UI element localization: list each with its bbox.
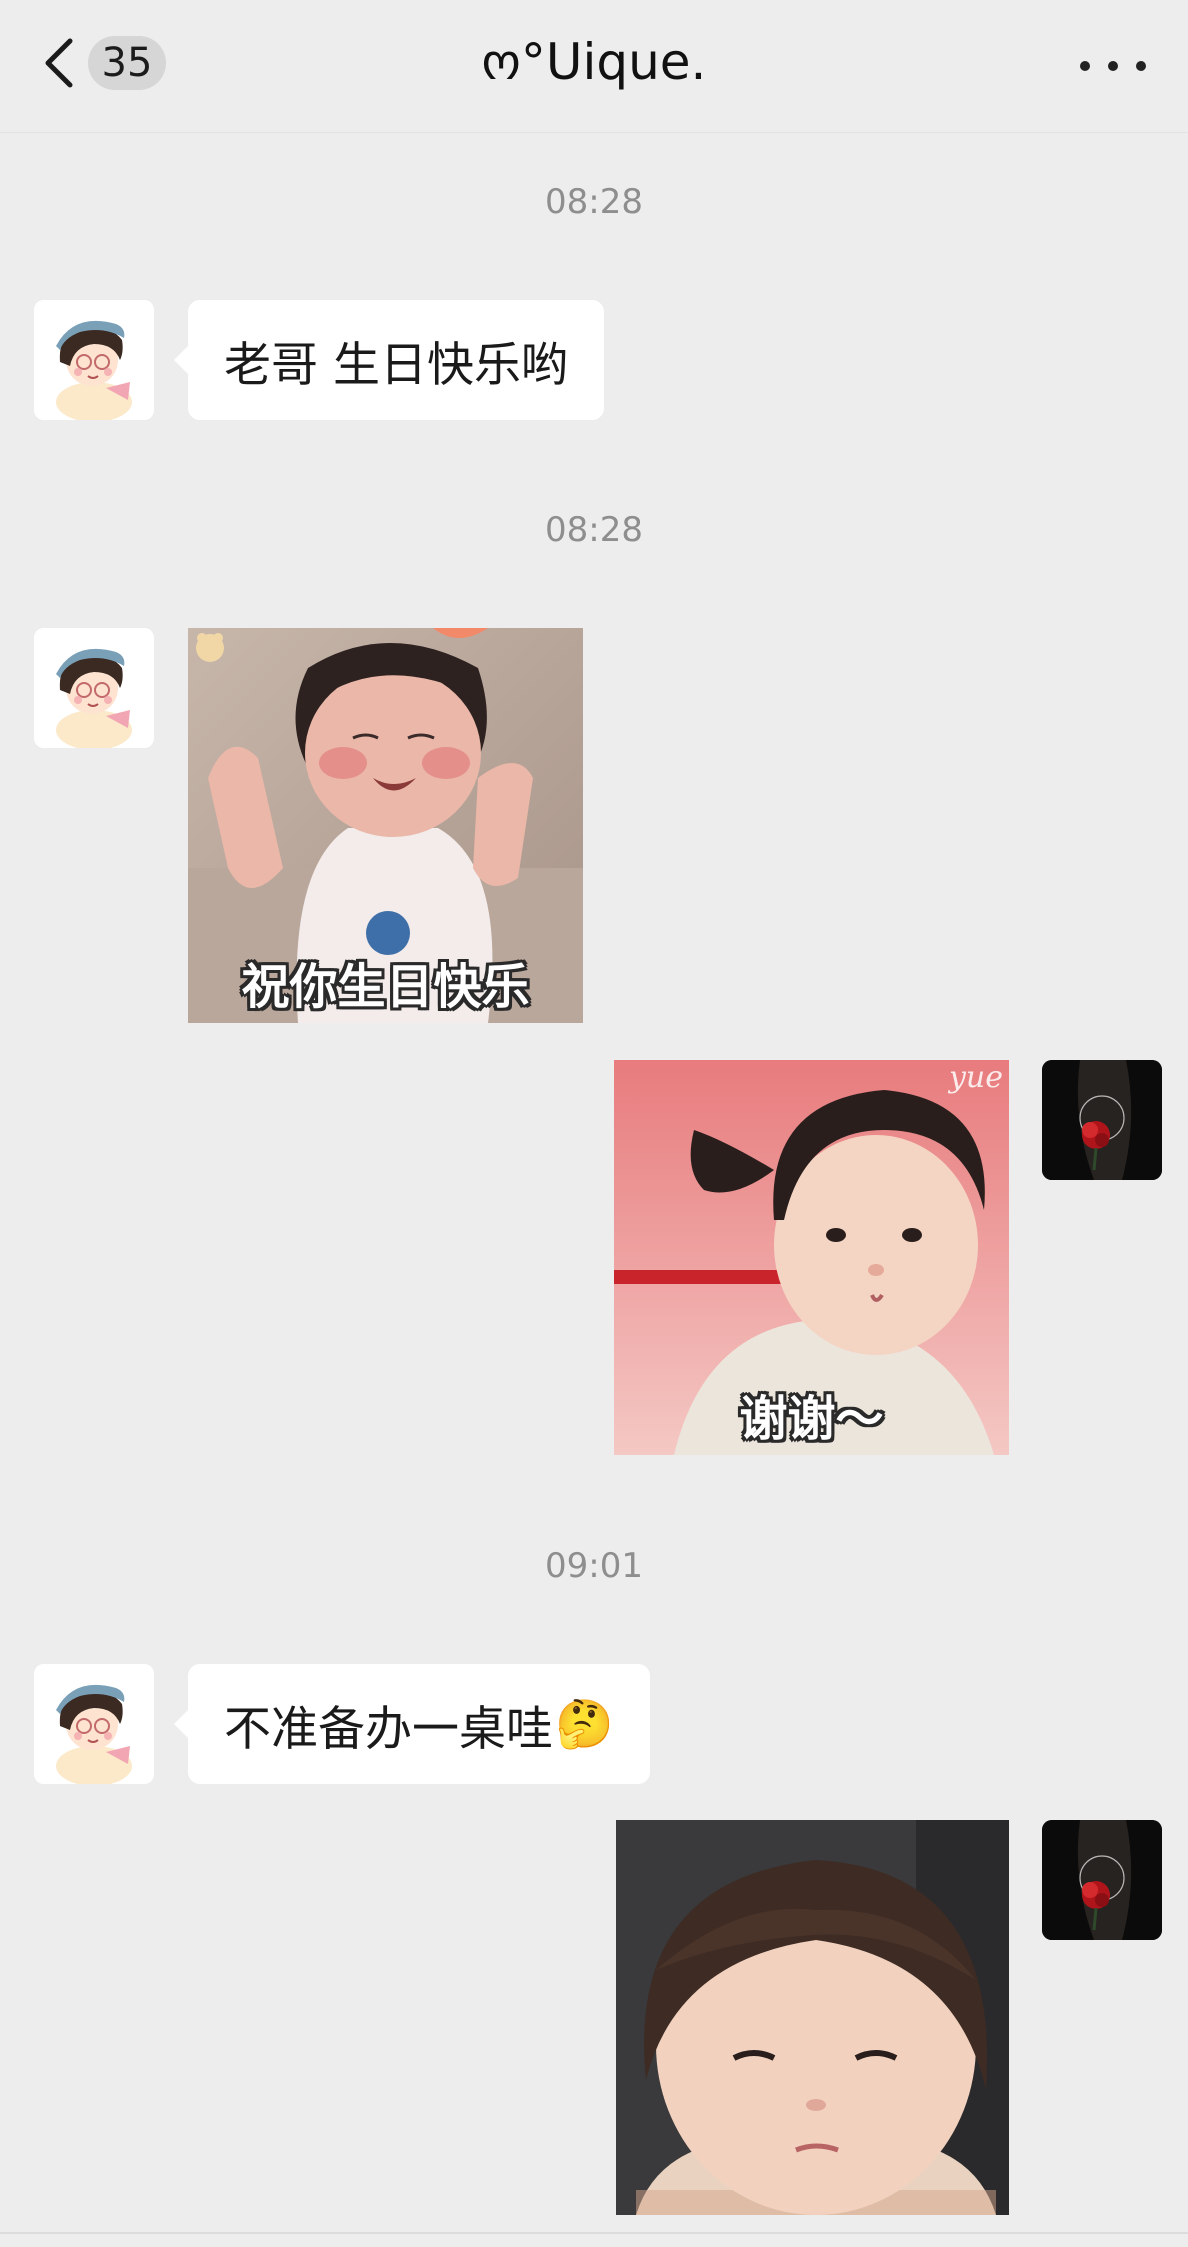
- message-bubble[interactable]: 不准备办一桌哇 🤔: [174, 1664, 650, 1784]
- timestamp: 08:28: [545, 510, 643, 550]
- cartoon-girl-icon: [34, 300, 154, 420]
- timestamp: 08:28: [545, 182, 643, 222]
- chat-header: 35 ო°Uique.: [0, 0, 1188, 133]
- message-text: 老哥 生日快乐哟: [224, 337, 568, 393]
- sticker-thanks[interactable]: yue 谢谢～: [614, 1060, 1009, 1455]
- sticker-birthday-wish[interactable]: 祝你生日快乐: [188, 628, 583, 1023]
- sticker-caption: 祝你生日快乐: [241, 959, 530, 1015]
- chat-title: ო°Uique.: [481, 33, 707, 91]
- child-face-image: [616, 1820, 1009, 2215]
- rose-icon: [1042, 1060, 1162, 1180]
- cartoon-girl-icon: [34, 628, 154, 748]
- message-bubble[interactable]: 老哥 生日快乐哟: [174, 300, 604, 420]
- contact-avatar[interactable]: [34, 628, 154, 748]
- more-options-button[interactable]: [1078, 40, 1148, 90]
- cartoon-girl-icon: [34, 1664, 154, 1784]
- my-avatar[interactable]: [1042, 1820, 1162, 1940]
- bottom-divider: [0, 2232, 1188, 2234]
- chevron-left-icon: [45, 38, 73, 88]
- sticker-caption: 谢谢～: [739, 1391, 884, 1447]
- sticker-watermark: yue: [948, 1060, 1003, 1095]
- rose-icon: [1042, 1820, 1162, 1940]
- more-dot-icon: [1080, 61, 1090, 71]
- more-dot-icon: [1108, 61, 1118, 71]
- message-text: 不准备办一桌哇: [224, 1701, 553, 1757]
- sticker-child-face[interactable]: [616, 1820, 1009, 2215]
- unread-count-badge: 35: [88, 36, 166, 90]
- my-avatar[interactable]: [1042, 1060, 1162, 1180]
- back-button[interactable]: 35: [40, 28, 190, 98]
- contact-avatar[interactable]: [34, 1664, 154, 1784]
- more-dot-icon: [1136, 61, 1146, 71]
- thinking-emoji-icon: 🤔: [555, 1696, 614, 1752]
- contact-avatar[interactable]: [34, 300, 154, 420]
- timestamp: 09:01: [545, 1546, 643, 1586]
